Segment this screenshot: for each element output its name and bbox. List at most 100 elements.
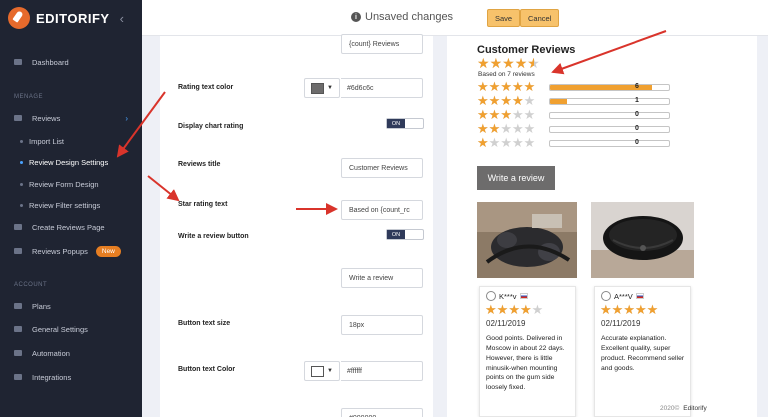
sidebar-item-label: Review Filter settings [29,200,101,210]
footer-year: 2020© [660,405,680,412]
sidebar-item-review-design[interactable]: Review Design Settings [0,154,142,170]
button-text-color-label: Button text Color [178,366,236,373]
automation-icon [14,350,22,356]
star-icon: ★★ [496,302,509,317]
star-icon: ★★ [500,121,512,136]
star-icon: ★★ [488,121,501,136]
sidebar-item-label: Import List [29,136,65,146]
review-date: 02/11/2019 [486,319,526,328]
sidebar-item-review-filter[interactable]: Review Filter settings [0,197,142,213]
star-icon: ★★ [623,302,635,317]
review-card: K***v ★★★★★★★★★★ 02/11/2019 Good points. De… [479,286,576,417]
sidebar-item-automation[interactable]: Automation [0,345,142,361]
settings-panel: {count} Reviews Rating text color ▼ #6d6… [160,34,433,417]
sidebar-item-label: Review Form Design [29,179,99,189]
write-review-text-input[interactable]: Write a review [341,268,423,288]
star-icon: ★★ [485,302,497,317]
star-icon: ★★ [514,55,528,71]
distribution-count: 1 [635,97,639,104]
star-icon: ★★ [523,93,536,108]
info-icon: i [351,12,361,22]
star-rating-text-input[interactable]: Based on {count_rc [341,200,423,220]
sidebar-item-import-list[interactable]: Import List [0,133,142,149]
caret-down-icon: ▼ [327,368,333,374]
star-icon: ★★ [477,55,490,71]
write-review-toggle[interactable]: ON [386,229,424,240]
bullet-icon [20,203,23,207]
plans-icon [14,303,22,309]
star-icon: ★★ [477,121,489,136]
display-chart-label: Display chart rating [178,123,244,130]
russia-flag-icon [519,293,528,299]
sidebar-item-label: Automation [32,348,70,358]
integrations-icon [14,374,22,380]
review-stars: ★★★★★★★★★★ [485,303,543,316]
settings-icon [14,326,22,332]
button-text-color-input[interactable]: #ffffff [341,361,423,381]
sidebar-item-dashboard[interactable]: Dashboard [0,54,142,70]
star-icon: ★★ [527,55,540,71]
new-badge: New [95,245,121,257]
star-icon: ★★ [488,107,501,122]
sidebar-item-integrations[interactable]: Integrations [0,369,142,385]
star-icon: ★★ [488,93,501,108]
star-icon: ★★ [477,135,489,150]
star-icon: ★★ [511,121,524,136]
review-photo-headset[interactable] [477,202,577,278]
star-icon: ★★ [646,302,659,317]
reviews-title-input[interactable]: Customer Reviews [341,158,423,178]
button-text-color-picker[interactable]: ▼ [304,361,340,381]
button-text-size-label: Button text size [178,320,231,327]
distribution-bar [549,125,670,133]
sidebar-item-review-form[interactable]: Review Form Design [0,176,142,192]
save-button[interactable]: Save [487,9,521,27]
reviews-title-label: Reviews title [178,161,221,168]
toggle-on: ON [387,119,405,128]
color-swatch [311,82,324,94]
review-text: Good points. Delivered in Moscow in abou… [486,335,565,392]
rating-text-color-picker[interactable]: ▼ [304,78,340,98]
star-icon: ★★ [500,107,512,122]
next-color-input[interactable]: #000000 [341,408,423,417]
rating-text-color-label: Rating text color [178,84,234,91]
sidebar: EDITORIFY ‹ Dashboard MENAGE Reviews › I… [0,0,142,417]
star-icon: ★★ [488,79,501,94]
page-icon [14,224,22,230]
sidebar-item-label: Integrations [32,372,72,382]
distribution-count: 0 [635,125,639,132]
top-bar: i Unsaved changes Save Cancel [142,0,768,36]
review-author: K***v [486,291,528,301]
rocket-logo-icon [8,7,30,29]
distribution-row: ★★★★★★★★★★0 [477,107,677,122]
rating-text-color-input[interactable]: #6d6c6c [341,78,423,98]
star-icon: ★★ [523,79,536,94]
preview-panel: Customer Reviews ★★★★★★★★★★ Based on 7 r… [447,36,757,417]
cancel-button[interactable]: Cancel [520,9,560,27]
distribution-count: 0 [635,111,639,118]
footer: 2020© Editorify [660,405,707,412]
sidebar-item-label: Plans [32,301,51,311]
sidebar-item-reviews[interactable]: Reviews › [0,110,142,126]
bullet-icon [20,139,23,143]
write-review-button[interactable]: Write a review [477,166,555,190]
sidebar-item-general-settings[interactable]: General Settings [0,321,142,337]
sidebar-item-plans[interactable]: Plans [0,298,142,314]
display-chart-toggle[interactable]: ON [386,118,424,129]
toggle-on: ON [387,230,405,239]
count-reviews-input[interactable]: {count} Reviews [341,34,423,54]
star-icon: ★★ [489,55,503,71]
star-icon: ★★ [488,135,501,150]
collapse-sidebar-icon[interactable]: ‹ [120,11,124,26]
star-icon: ★★ [600,302,612,317]
review-stars: ★★★★★★★★★★ [600,303,658,316]
button-text-size-input[interactable]: 18px [341,315,423,335]
sidebar-item-popups[interactable]: Reviews Popups New [0,243,142,259]
review-card: A***V ★ ★ ★ ★ ★ ★ ★ ★ ★ ★ 02/11/2019 Accurate explan… [594,286,691,417]
unsaved-status: i Unsaved changes [351,11,453,23]
section-account: ACCOUNT [14,282,48,288]
star-icon: ★★ [502,55,515,71]
review-photo-case[interactable] [591,202,694,278]
star-icon: ★★ [477,107,489,122]
user-icon [601,291,611,301]
sidebar-item-create-page[interactable]: Create Reviews Page [0,219,142,235]
